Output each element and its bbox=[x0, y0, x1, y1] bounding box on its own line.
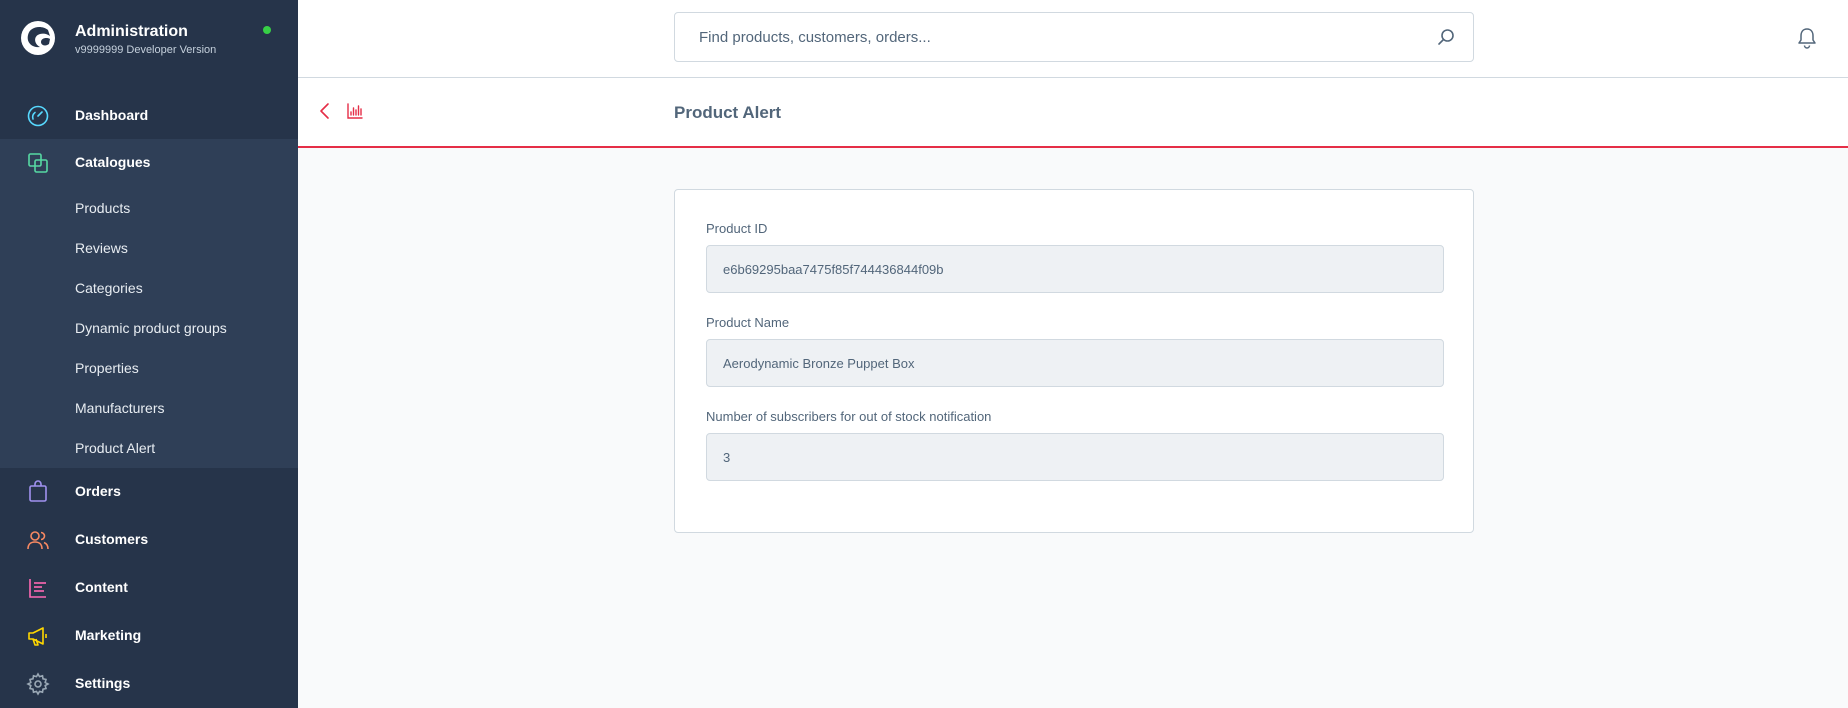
sidebar-item-orders[interactable]: Orders bbox=[0, 468, 298, 516]
brand-title: Administration bbox=[75, 23, 188, 40]
users-icon bbox=[27, 531, 49, 550]
sidebar-subitem-categories[interactable]: Categories bbox=[75, 280, 143, 296]
sidebar-subitem-reviews[interactable]: Reviews bbox=[75, 240, 128, 256]
sidebar-item-catalogues[interactable]: Catalogues bbox=[0, 139, 298, 187]
product-id-field[interactable] bbox=[706, 245, 1444, 293]
sidebar-item-label: Orders bbox=[75, 483, 121, 499]
brand-version: v9999999 Developer Version bbox=[75, 44, 217, 56]
product-id-label: Product ID bbox=[706, 221, 768, 236]
sidebar-item-label: Content bbox=[75, 579, 128, 595]
sidebar-item-customers[interactable]: Customers bbox=[0, 516, 298, 564]
search-bar bbox=[674, 12, 1474, 62]
dashboard-gauge-icon bbox=[27, 105, 49, 127]
product-name-label: Product Name bbox=[706, 315, 790, 330]
catalogue-section: Catalogues Products Reviews Categories D… bbox=[0, 139, 298, 468]
sidebar-item-settings[interactable]: Settings bbox=[0, 660, 298, 708]
shopping-bag-icon bbox=[29, 480, 47, 502]
admin-sidebar: Administration v9999999 Developer Versio… bbox=[0, 0, 298, 708]
shopware-logo-icon bbox=[21, 21, 55, 55]
subscribers-count-field[interactable] bbox=[706, 433, 1444, 481]
search-icon[interactable] bbox=[1437, 28, 1455, 46]
page-title: Product Alert bbox=[674, 103, 782, 122]
top-header bbox=[298, 0, 1848, 78]
search-input[interactable] bbox=[675, 13, 1415, 61]
product-alert-card: Product ID Product Name Number of subscr… bbox=[674, 189, 1474, 533]
catalogue-stack-icon bbox=[28, 153, 48, 173]
gear-icon bbox=[26, 672, 50, 696]
sidebar-item-label: Settings bbox=[75, 675, 131, 691]
sidebar-item-content[interactable]: Content bbox=[0, 564, 298, 612]
brand-header[interactable]: Administration v9999999 Developer Versio… bbox=[0, 0, 298, 78]
sidebar-item-label: Customers bbox=[75, 531, 149, 547]
sidebar-subitem-properties[interactable]: Properties bbox=[75, 360, 139, 376]
content-list-icon bbox=[29, 579, 46, 598]
sidebar-item-label: Marketing bbox=[75, 627, 142, 643]
product-name-field[interactable] bbox=[706, 339, 1444, 387]
subscribers-label: Number of subscribers for out of stock n… bbox=[706, 409, 992, 424]
megaphone-icon bbox=[28, 627, 47, 646]
sidebar-subitem-product-alert[interactable]: Product Alert bbox=[75, 440, 155, 456]
sidebar-item-marketing[interactable]: Marketing bbox=[0, 612, 298, 660]
chevron-left-icon[interactable] bbox=[318, 102, 332, 120]
sidebar-subitem-products[interactable]: Products bbox=[75, 200, 130, 216]
sidebar-subitem-manufacturers[interactable]: Manufacturers bbox=[75, 400, 164, 416]
sidebar-item-label: Catalogues bbox=[75, 154, 151, 170]
page-header: Product Alert bbox=[298, 78, 1848, 148]
status-indicator bbox=[263, 26, 271, 34]
sidebar-subitem-dynamic-product-groups[interactable]: Dynamic product groups bbox=[75, 320, 227, 336]
sidebar-item-label: Dashboard bbox=[75, 107, 149, 123]
analytics-chart-icon[interactable] bbox=[347, 103, 363, 119]
sidebar-item-dashboard[interactable]: Dashboard bbox=[0, 92, 298, 140]
notification-bell-icon[interactable] bbox=[1796, 27, 1818, 49]
